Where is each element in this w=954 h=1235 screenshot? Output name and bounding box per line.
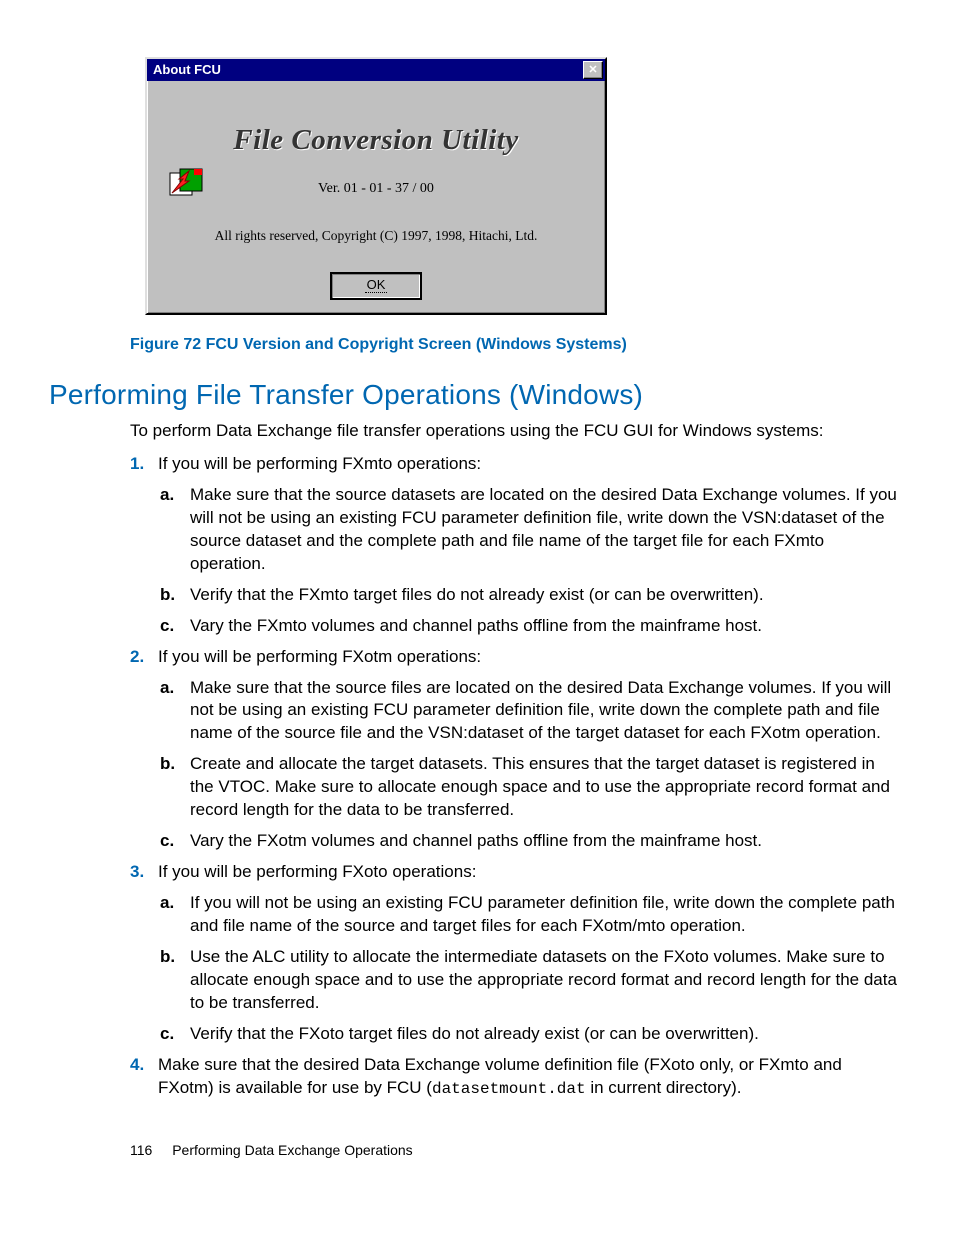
list-item: If you will be performing FXoto operatio… [158, 861, 898, 1046]
list-subitem: Create and allocate the target datasets.… [190, 753, 898, 822]
footer-section-name: Performing Data Exchange Operations [172, 1142, 412, 1158]
figure-caption: Figure 72 FCU Version and Copyright Scre… [130, 334, 627, 356]
dialog-title: About FCU [153, 61, 221, 79]
page-number: 116 [130, 1142, 152, 1158]
procedure-list: If you will be performing FXmto operatio… [130, 445, 898, 1104]
list-item-text-post: in current directory). [586, 1078, 742, 1097]
list-item-text: If you will be performing FXotm operatio… [158, 647, 481, 666]
list-item: If you will be performing FXmto operatio… [158, 453, 898, 638]
list-item: If you will be performing FXotm operatio… [158, 646, 898, 854]
list-subitem: Vary the FXmto volumes and channel paths… [190, 615, 898, 638]
app-title: File Conversion Utility [155, 121, 597, 160]
intro-paragraph: To perform Data Exchange file transfer o… [130, 420, 870, 443]
list-subitem: Make sure that the source files are loca… [190, 677, 898, 746]
list-subitem: Vary the FXotm volumes and channel paths… [190, 830, 898, 853]
list-subitem: Use the ALC utility to allocate the inte… [190, 946, 898, 1015]
list-item-text: If you will be performing FXoto operatio… [158, 862, 476, 881]
list-subitem: If you will not be using an existing FCU… [190, 892, 898, 938]
close-icon: ✕ [588, 63, 597, 78]
ok-button[interactable]: OK [331, 273, 421, 299]
ok-label: OK [365, 277, 388, 293]
list-subitem: Make sure that the source datasets are l… [190, 484, 898, 576]
list-subitem: Verify that the FXmto target files do no… [190, 584, 898, 607]
list-item-text: If you will be performing FXmto operatio… [158, 454, 481, 473]
section-heading: Performing File Transfer Operations (Win… [49, 376, 643, 414]
version-text: Ver. 01 - 01 - 37 / 00 [155, 180, 597, 199]
list-item: Make sure that the desired Data Exchange… [158, 1054, 898, 1101]
about-fcu-dialog: About FCU ✕ File Conversion Utility Ver.… [145, 57, 607, 315]
copyright-text: All rights reserved, Copyright (C) 1997,… [155, 227, 597, 245]
close-button[interactable]: ✕ [583, 61, 603, 79]
app-icon [169, 167, 203, 201]
page-footer: 116 Performing Data Exchange Operations [130, 1141, 413, 1160]
dialog-titlebar: About FCU ✕ [147, 59, 605, 81]
inline-code: datasetmount.dat [432, 1080, 586, 1098]
list-subitem: Verify that the FXoto target files do no… [190, 1023, 898, 1046]
